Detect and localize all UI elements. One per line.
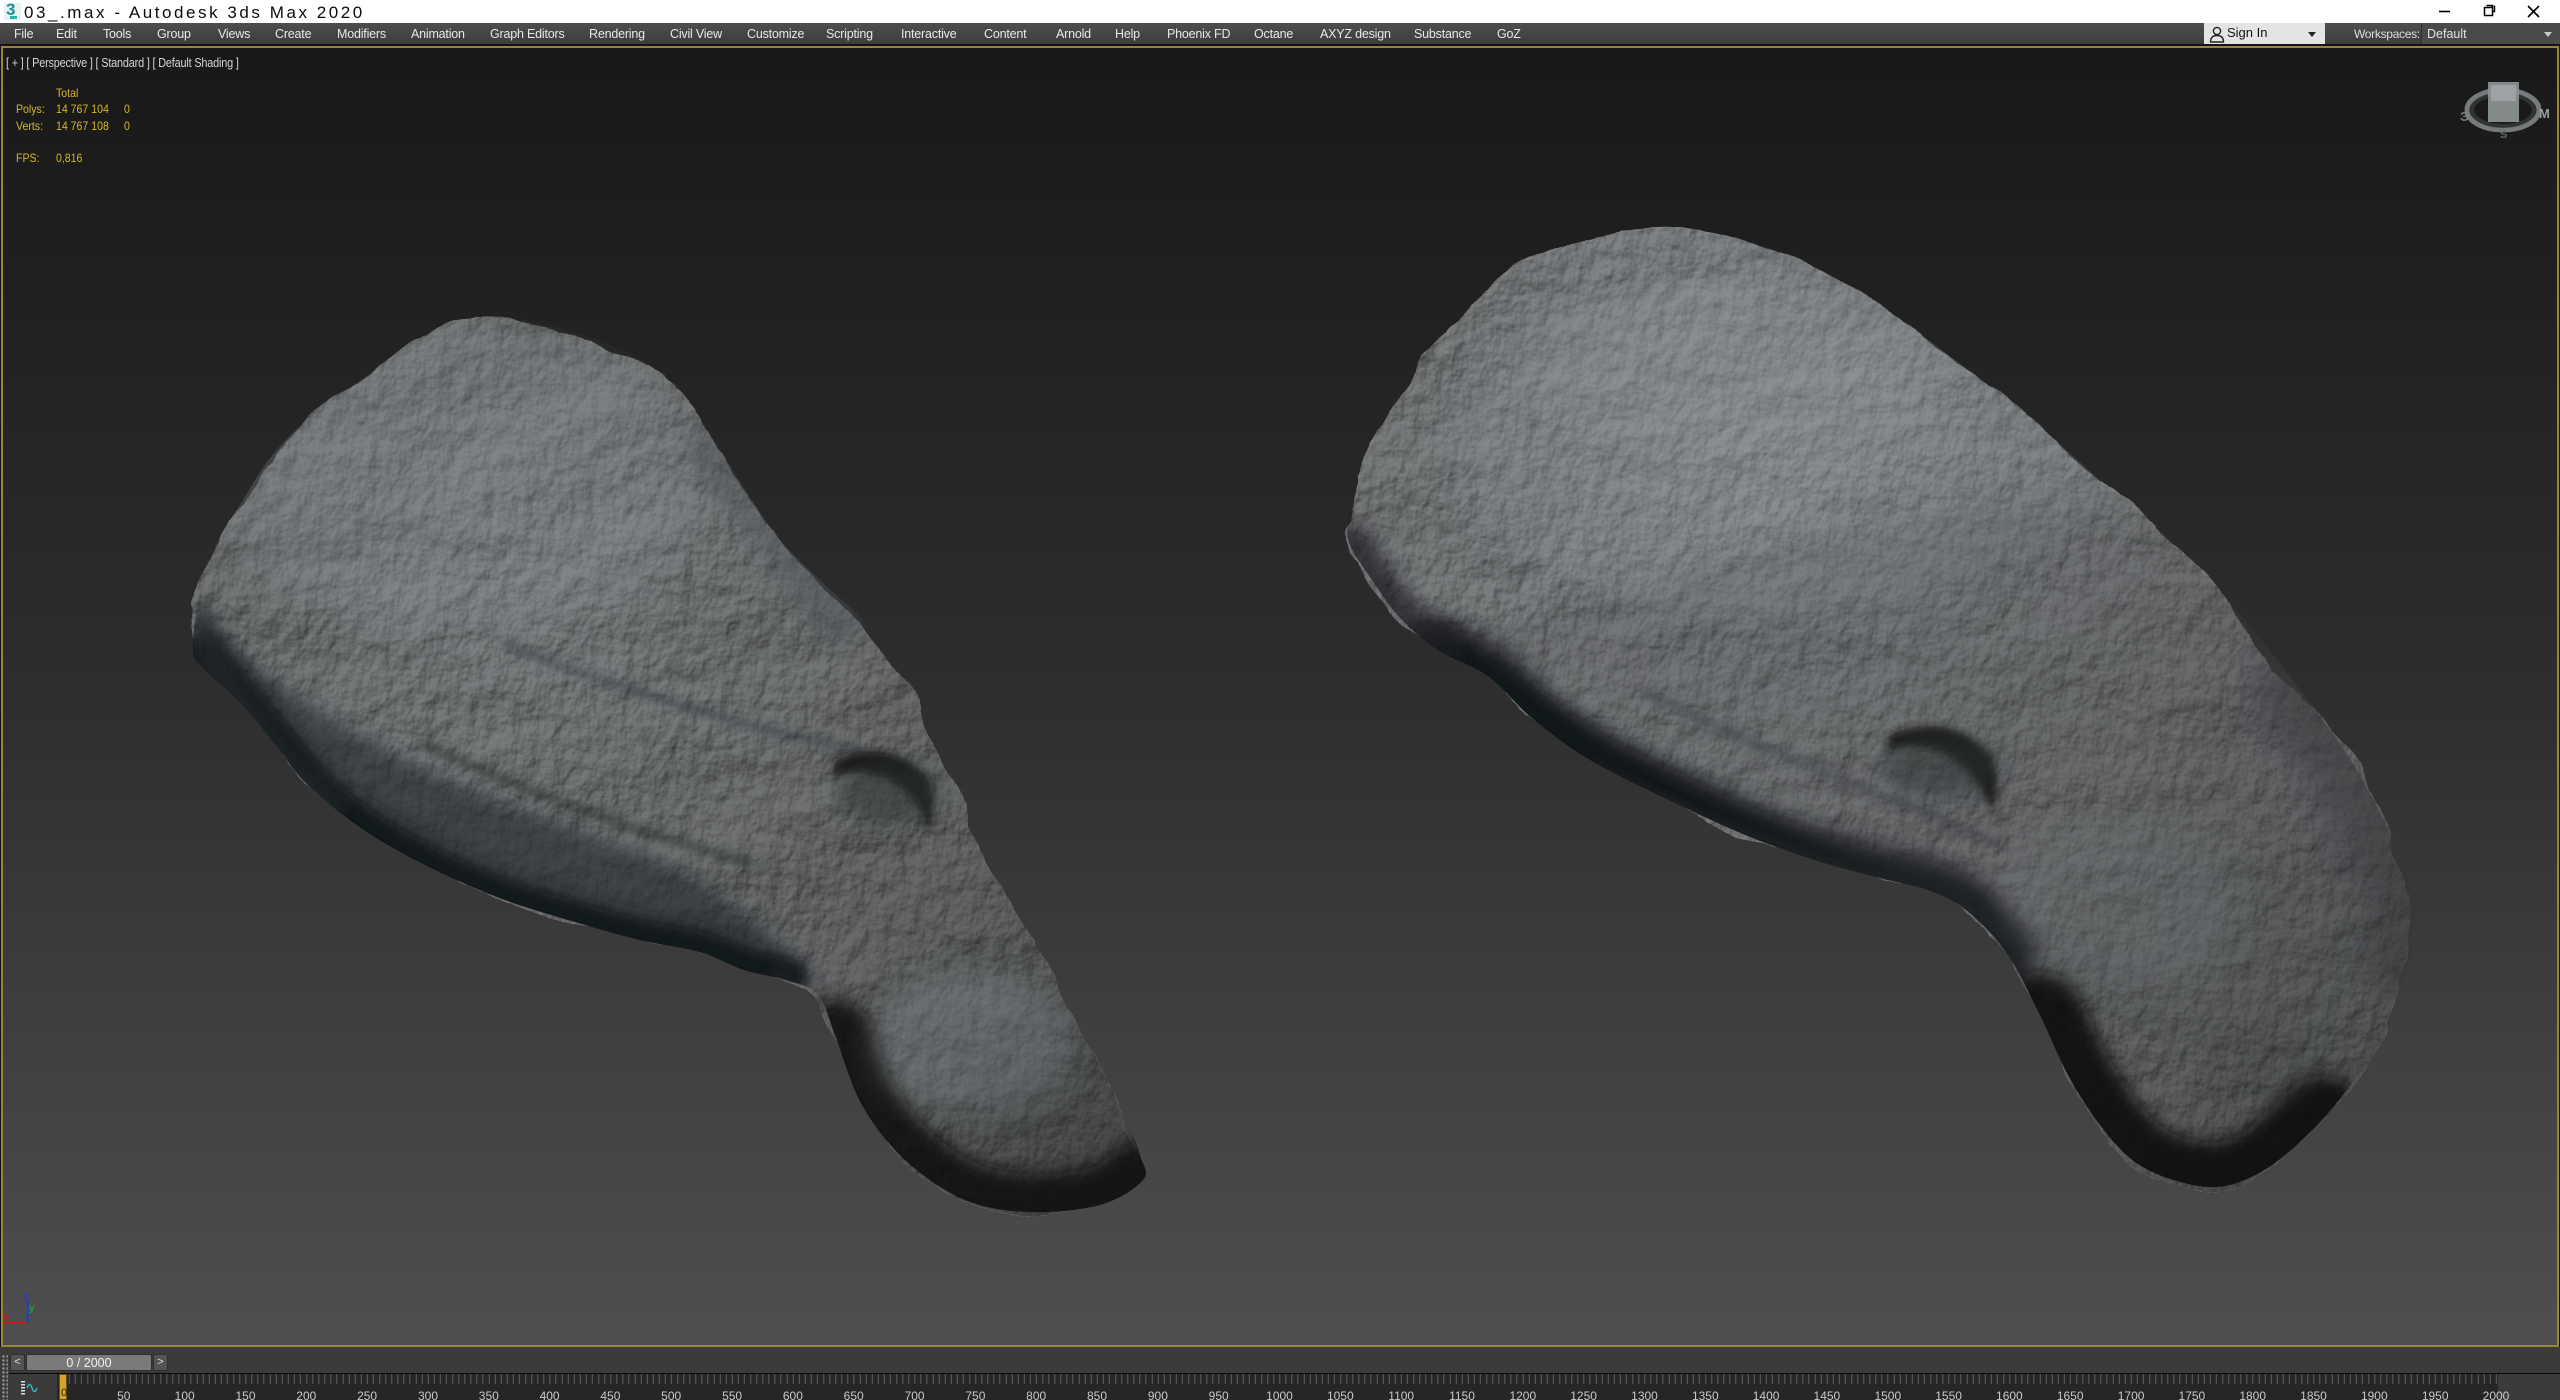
svg-text:Э: Э [2460,109,2469,124]
svg-text:M: M [2539,106,2550,121]
svg-text:y: y [29,1303,35,1314]
svg-text:S: S [2500,129,2507,141]
svg-text:z: z [24,1291,29,1302]
svg-text:x: x [3,1312,9,1323]
